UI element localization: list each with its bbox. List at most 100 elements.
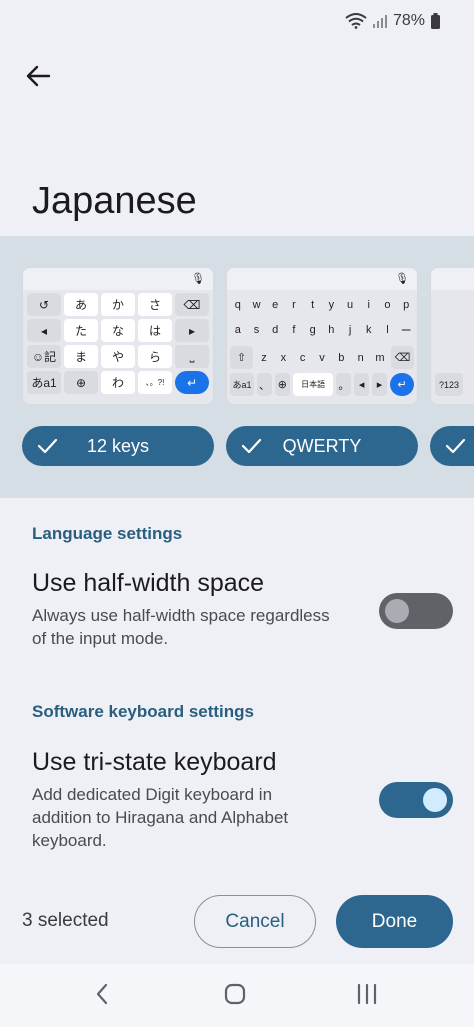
key: ⊕ — [64, 371, 98, 394]
key: あa1 — [230, 373, 255, 396]
key-space: 日本語 — [292, 373, 334, 396]
qwerty-row-3: ⇧ z x c v b n m ⌫ — [227, 344, 417, 371]
key: ⇧ — [230, 346, 253, 369]
selected-count: 3 selected — [22, 910, 109, 931]
key: な — [101, 319, 135, 342]
tri-state-keyboard-toggle[interactable] — [379, 782, 453, 818]
layout-chip-12-keys[interactable]: 12 keys — [22, 426, 214, 466]
key: b — [338, 351, 345, 364]
key: j — [348, 323, 352, 336]
setting-description: Add dedicated Digit keyboard in addition… — [32, 785, 289, 850]
key: l — [386, 323, 389, 336]
mic-icon: 🎙 — [395, 273, 409, 285]
key: ▸ — [175, 319, 209, 342]
key: f — [292, 323, 296, 336]
cancel-button[interactable]: Cancel — [194, 895, 316, 948]
key: i — [367, 298, 370, 311]
keyboard-grid-qwerty: q w e r t y u i o p a s d f g h j k l ー — [227, 290, 417, 344]
key: u — [346, 298, 354, 311]
key: d — [272, 323, 279, 336]
key: 、 — [257, 373, 272, 396]
done-button[interactable]: Done — [336, 895, 453, 948]
key: あ — [64, 293, 98, 316]
recents-nav-button[interactable] — [347, 980, 387, 1012]
key: ?123 — [435, 373, 463, 396]
key: わ — [101, 371, 135, 394]
system-nav-bar — [0, 964, 474, 1027]
home-nav-icon — [223, 982, 247, 1011]
key: c — [299, 351, 306, 364]
keyboard-grid-12-keys: ↺ あ か さ ⌫ ◂ た な は ▸ ☺記 ま や ら ⎵ あa1 ⊕ わ 、… — [23, 290, 213, 397]
home-nav-button[interactable] — [215, 980, 255, 1012]
key: p — [403, 298, 410, 311]
key: g — [309, 323, 316, 336]
setting-description: Always use half-width space regardless o… — [32, 606, 330, 648]
key: ⊕ — [274, 373, 290, 396]
key: r — [292, 298, 296, 311]
wifi-icon — [345, 13, 367, 29]
key: 。 — [336, 373, 352, 396]
key: v — [319, 351, 325, 364]
setting-title: Use tri-state keyboard — [32, 748, 277, 776]
key: s — [253, 323, 260, 336]
key: ◂ — [27, 319, 61, 342]
key: h — [328, 323, 335, 336]
key: m — [375, 351, 385, 364]
key-enter: ↵ — [389, 373, 414, 396]
recents-nav-icon — [355, 983, 379, 1010]
layout-preview-qwerty[interactable]: 🎙 q w e r t y u i o p a s d f g h j k l … — [226, 267, 418, 405]
key: や — [101, 345, 135, 368]
layout-chip-qwerty[interactable]: QWERTY — [226, 426, 418, 466]
setting-tri-state-keyboard[interactable]: Use tri-state keyboard Add dedicated Dig… — [32, 748, 332, 852]
setting-half-width-space[interactable]: Use half-width space Always use half-wid… — [32, 569, 332, 650]
key: ↺ — [27, 293, 61, 316]
key: あa1 — [27, 371, 61, 394]
key: z — [261, 351, 267, 364]
key: か — [101, 293, 135, 316]
layout-chip-third[interactable] — [430, 426, 474, 466]
key: さ — [138, 293, 172, 316]
key: n — [357, 351, 364, 364]
key: q — [234, 298, 241, 311]
key-enter: ↵ — [175, 371, 209, 394]
qwerty-row-4: あa1 、 ⊕ 日本語 。 ◂ ▸ ↵ — [227, 371, 417, 398]
setting-title: Use half-width space — [32, 569, 265, 597]
key: た — [64, 319, 98, 342]
status-icons: 78% — [345, 12, 440, 30]
key: 、。?! — [138, 371, 172, 394]
check-icon — [36, 435, 58, 462]
check-icon — [444, 435, 466, 462]
key: ー — [400, 324, 412, 337]
key: e — [272, 298, 279, 311]
back-nav-button[interactable] — [82, 980, 122, 1012]
section-header-software-keyboard: Software keyboard settings — [32, 702, 255, 721]
mic-icon: 🎙 — [191, 273, 205, 285]
key: a — [234, 323, 241, 336]
key: ☺記 — [27, 345, 61, 368]
check-icon — [240, 435, 262, 462]
key: ら — [138, 345, 172, 368]
key: x — [280, 351, 287, 364]
arrow-back-icon — [25, 64, 51, 93]
layout-preview-third[interactable]: ?123 — [430, 267, 474, 405]
half-width-space-toggle[interactable] — [379, 593, 453, 629]
key: o — [384, 298, 391, 311]
key: ◂ — [354, 373, 370, 396]
key: w — [252, 298, 261, 311]
key: ⎵ — [175, 345, 209, 368]
key: k — [365, 323, 372, 336]
back-button[interactable] — [18, 58, 58, 98]
key: y — [328, 298, 335, 311]
status-bar: 78% — [0, 0, 474, 46]
key: ま — [64, 345, 98, 368]
keyboard-layouts-panel[interactable]: 🎙 ↺ あ か さ ⌫ ◂ た な は ▸ ☺記 ま や ら ⎵ あa1 ⊕ わ… — [0, 236, 474, 498]
key: ▸ — [372, 373, 387, 396]
battery-percent: 78% — [392, 12, 425, 29]
back-nav-icon — [94, 982, 110, 1011]
battery-icon — [431, 13, 440, 29]
footer-action-bar: 3 selected Cancel Done — [0, 880, 474, 964]
key: t — [311, 298, 315, 311]
layout-preview-12-keys[interactable]: 🎙 ↺ あ か さ ⌫ ◂ た な は ▸ ☺記 ま や ら ⎵ あa1 ⊕ わ… — [22, 267, 214, 405]
toggle-thumb — [423, 788, 447, 812]
key: ⌫ — [391, 346, 415, 369]
